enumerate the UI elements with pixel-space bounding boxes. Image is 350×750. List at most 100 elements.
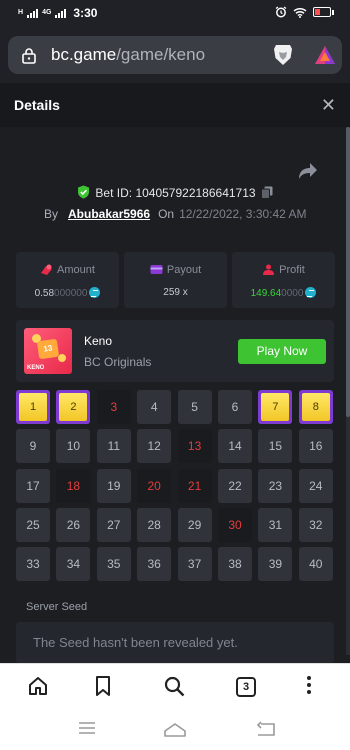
keno-cell-number: 8 — [301, 393, 330, 421]
amount-label: Amount — [57, 264, 95, 276]
bet-id-label: Bet ID: — [95, 186, 133, 200]
keno-cell: 12 — [137, 429, 172, 464]
details-title: Details — [14, 97, 60, 113]
clock-time: 3:30 — [73, 6, 98, 20]
keno-cell-picked: 3 — [96, 390, 131, 424]
keno-cell: 39 — [258, 547, 293, 582]
battery-icon — [313, 7, 334, 18]
thumb-label: KENO — [27, 365, 45, 371]
amount-label-row: Amount — [16, 264, 119, 276]
keno-cell: 11 — [96, 429, 131, 464]
bookmark-icon[interactable] — [95, 676, 111, 696]
amount-value: 0.58000000 — [16, 287, 119, 299]
server-seed-field: The Seed hasn't been revealed yet. — [16, 622, 334, 664]
bet-id-value: 104057922186641713 — [135, 186, 256, 200]
home-nav-icon[interactable] — [163, 721, 187, 737]
game-provider: BC Originals — [84, 355, 152, 369]
keno-cell: 9 — [16, 429, 50, 464]
keno-cell-number: 1 — [19, 393, 47, 421]
amount-value-main: 0.58 — [34, 288, 55, 299]
server-seed-placeholder: The Seed hasn't been revealed yet. — [33, 635, 238, 650]
keno-cell: 10 — [56, 429, 91, 464]
bet-byline: By Abubakar5966 On 12/22/2022, 3:30:42 AM — [44, 207, 307, 221]
keno-cell: 15 — [258, 429, 293, 464]
game-name: Keno — [84, 334, 113, 348]
address-bar[interactable]: bc.game/game/keno — [8, 36, 342, 74]
keno-cell: 37 — [177, 547, 212, 582]
keno-cell: 35 — [96, 547, 131, 582]
share-icon[interactable] — [298, 162, 318, 180]
keno-cell: 6 — [218, 390, 252, 424]
profit-label-row: Profit — [232, 264, 335, 276]
scrollbar[interactable] — [346, 127, 350, 655]
coin-icon — [305, 287, 317, 298]
keno-cell-hit: 7 — [258, 390, 293, 424]
search-icon[interactable] — [164, 676, 185, 697]
keno-cell-hit: 8 — [298, 390, 333, 424]
url-path: /game/keno — [116, 45, 206, 64]
keno-cell: 19 — [96, 468, 131, 503]
network-4g-label: 4G — [42, 9, 52, 16]
keno-cell: 38 — [218, 547, 252, 582]
keno-cell: 28 — [137, 507, 172, 542]
keno-cell: 36 — [137, 547, 172, 582]
by-label: By — [44, 207, 59, 221]
keno-cell-picked: 18 — [56, 468, 91, 503]
username-link[interactable]: Abubakar5966 — [68, 207, 150, 221]
verified-shield-icon — [78, 185, 90, 199]
bet-id-row: Bet ID: 104057922186641713 — [0, 185, 350, 200]
status-bar: H 4G 3:30 — [0, 0, 350, 26]
profit-label: Profit — [279, 264, 305, 276]
system-nav-bar — [0, 713, 350, 750]
scrollbar-thumb[interactable] — [346, 127, 350, 417]
thumb-number: 13 — [36, 338, 60, 360]
browser-bottom-nav: 3 — [0, 663, 350, 713]
bet-date: 12/22/2022, 3:30:42 AM — [179, 207, 307, 221]
amount-icon — [41, 264, 53, 275]
tabs-icon[interactable]: 3 — [236, 677, 256, 697]
keno-cell: 25 — [16, 507, 50, 542]
signal-icon — [27, 8, 39, 18]
lock-icon[interactable] — [22, 47, 36, 64]
brave-lion-icon[interactable] — [272, 43, 294, 67]
keno-cell: 27 — [96, 507, 131, 542]
keno-cell-hit: 2 — [56, 390, 91, 424]
home-icon[interactable] — [28, 676, 48, 696]
profit-icon — [263, 264, 275, 275]
close-icon[interactable]: ✕ — [321, 95, 336, 116]
copy-icon[interactable] — [260, 186, 273, 199]
brave-rewards-icon[interactable] — [314, 45, 336, 65]
keno-cell: 31 — [258, 507, 293, 542]
details-header: Details ✕ — [0, 83, 350, 127]
server-seed-label: Server Seed — [26, 601, 88, 613]
keno-thumbnail[interactable]: 13 KENO — [24, 328, 72, 374]
payout-label-row: Payout — [124, 264, 227, 276]
status-right — [275, 6, 334, 18]
payout-label: Payout — [166, 264, 202, 276]
keno-cell: 16 — [298, 429, 333, 464]
on-label: On — [158, 207, 175, 221]
url-text[interactable]: bc.game/game/keno — [51, 45, 205, 65]
keno-cell-picked: 13 — [177, 429, 212, 464]
play-now-button[interactable]: Play Now — [238, 339, 326, 364]
keno-cell: 22 — [218, 468, 252, 503]
signal-icon — [55, 8, 67, 18]
payout-icon — [150, 265, 163, 274]
back-icon[interactable] — [256, 721, 276, 737]
keno-cell-number: 2 — [59, 393, 88, 421]
amount-value-dim: 000000 — [54, 288, 88, 299]
profit-value-dim: 0000 — [281, 288, 304, 299]
profit-value: 149.640000 — [232, 287, 335, 299]
keno-cell: 5 — [177, 390, 212, 424]
game-card: 13 KENO Keno BC Originals Play Now — [16, 320, 334, 382]
keno-cell: 4 — [137, 390, 172, 424]
status-left: H 4G 3:30 — [18, 6, 97, 20]
keno-cell: 23 — [258, 468, 293, 503]
alarm-icon — [275, 6, 287, 18]
amount-card: Amount 0.58000000 — [16, 252, 119, 308]
menu-icon[interactable] — [78, 721, 96, 735]
keno-cell: 26 — [56, 507, 91, 542]
keno-cell: 40 — [298, 547, 333, 582]
profit-value-main: 149.64 — [250, 288, 282, 299]
more-icon[interactable] — [307, 676, 311, 697]
